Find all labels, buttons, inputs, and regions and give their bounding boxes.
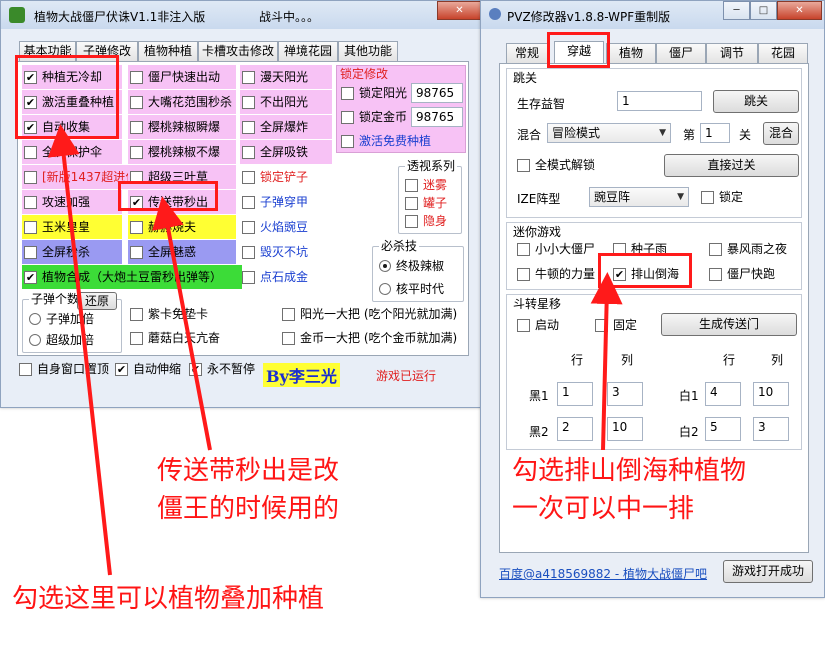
arrow-2: [152, 196, 212, 451]
annotation-conveyor: 传送带秒出是改 僵王的时候用的: [157, 456, 340, 524]
annotation-overwhelm: 勾选排山倒海种植物 一次可以中一排: [512, 456, 747, 524]
arrow-3: [590, 272, 623, 451]
arrow-1: [47, 124, 112, 576]
annotation-arrows: [47, 124, 623, 576]
annotation-overlap: 勾选这里可以植物叠加种植: [12, 584, 325, 614]
